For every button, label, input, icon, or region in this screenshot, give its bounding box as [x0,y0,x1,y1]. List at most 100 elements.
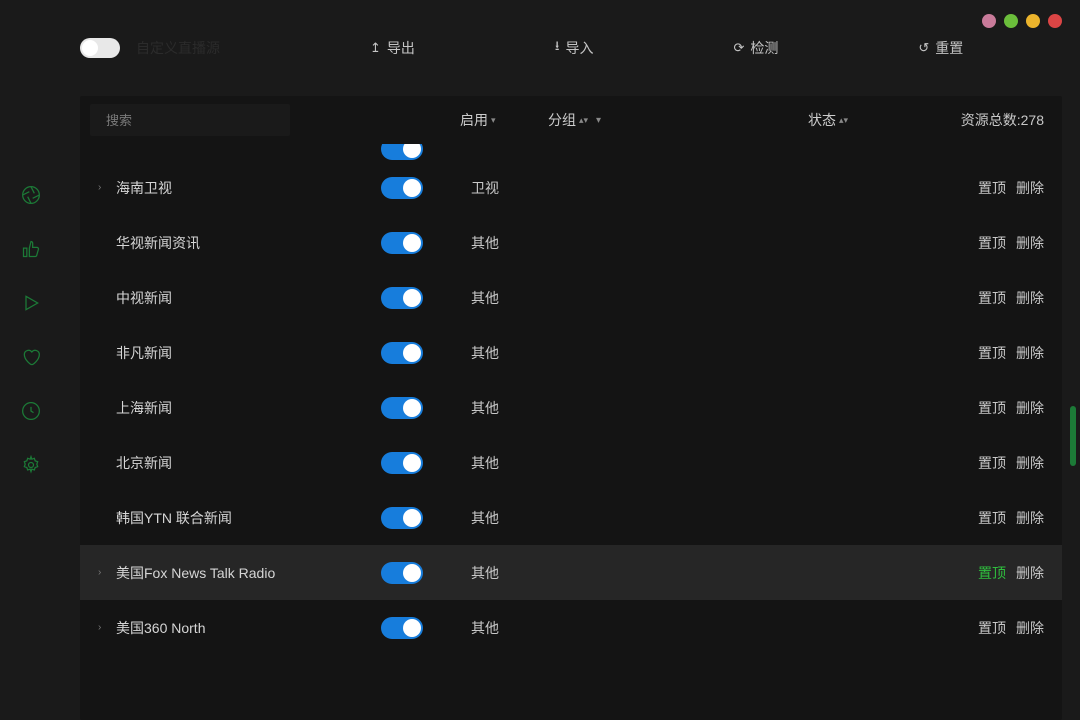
window-controls [982,14,1062,28]
channel-name: 上海新闻 [116,398,381,418]
reset-button[interactable]: ↺ 重置 [918,37,963,59]
export-label: 导出 [387,38,415,58]
enable-toggle[interactable] [381,287,423,309]
heart-icon[interactable] [21,347,41,367]
window-pin-button[interactable] [982,14,996,28]
play-icon[interactable] [21,293,41,313]
check-icon: ⟳ [733,40,744,56]
channel-group: 其他 [471,508,671,528]
channel-name: 中视新闻 [116,288,381,308]
row-actions: 置顶删除 [978,398,1044,418]
enable-toggle[interactable] [381,144,423,160]
expand-icon[interactable]: › [98,567,116,578]
pin-button[interactable]: 置顶 [978,288,1006,308]
sidebar [0,0,62,720]
pin-button[interactable]: 置顶 [978,508,1006,528]
enable-toggle[interactable] [381,507,423,529]
table-row[interactable]: ›美国Fox News Talk Radio其他置顶删除 [80,545,1062,600]
channel-group: 其他 [471,398,671,418]
pin-button[interactable]: 置顶 [978,178,1006,198]
table-row[interactable]: 华视新闻资讯其他置顶删除 [80,215,1062,270]
expand-icon[interactable]: › [98,182,116,193]
export-button[interactable]: ↥ 导出 [370,37,415,59]
enable-toggle[interactable] [381,617,423,639]
column-enable[interactable]: 启用 ▾ [460,110,496,130]
channel-group: 其他 [471,453,671,473]
table-row[interactable]: 韩国YTN 联合新闻 其他 置顶删除 [80,490,1062,545]
sort-icon: ▾ [491,116,496,125]
pin-button[interactable]: 置顶 [978,233,1006,253]
channel-group: 其他 [471,288,671,308]
gear-icon[interactable] [21,455,41,475]
table-row[interactable]: ›美国360 North 其他 置顶删除 [80,600,1062,655]
delete-button[interactable]: 删除 [1016,288,1044,308]
check-button[interactable]: ⟳ 检测 [733,37,778,59]
pin-button[interactable]: 置顶 [978,398,1006,418]
scrollbar-thumb[interactable] [1070,406,1076,466]
column-group[interactable]: 分组 ▴▾ ▾ [548,110,601,130]
table-row[interactable]: 北京新闻 其他 置顶删除 [80,435,1062,490]
delete-button[interactable]: 删除 [1016,233,1044,253]
delete-button[interactable]: 删除 [1016,508,1044,528]
delete-button[interactable]: 删除 [1016,398,1044,418]
import-button[interactable]: ⭳ 导入 [555,37,594,59]
aperture-icon[interactable] [21,185,41,205]
import-label: 导入 [565,38,593,58]
pin-button[interactable]: 置顶 [978,618,1006,638]
enable-toggle[interactable] [381,452,423,474]
row-actions: 置顶删除 [978,343,1044,363]
delete-button[interactable]: 删除 [1016,618,1044,638]
enable-toggle[interactable] [381,232,423,254]
row-actions: 置顶删除 [978,233,1044,253]
pin-button[interactable]: 置顶 [978,453,1006,473]
table-row[interactable]: 中视新闻 其他 置顶删除 [80,270,1062,325]
window-max-button[interactable] [1026,14,1040,28]
sort-icon: ▴▾ [839,116,848,125]
delete-button[interactable]: 删除 [1016,563,1044,583]
channel-panel: 启用 ▾ 分组 ▴▾ ▾ 状态 ▴▾ 资源总数:278 ›海南卫视卫视置顶删除华… [80,96,1062,720]
expand-icon[interactable]: › [98,622,116,633]
row-actions: 置顶删除 [978,178,1044,198]
enable-toggle[interactable] [381,177,423,199]
reset-icon: ↺ [918,40,929,56]
clock-icon[interactable] [21,401,41,421]
channel-name: 非凡新闻 [116,343,381,363]
enable-toggle[interactable] [381,562,423,584]
channel-rows: ›海南卫视卫视置顶删除华视新闻资讯其他置顶删除中视新闻其他置顶删除非凡新闻其他置… [80,144,1062,720]
channel-group: 其他 [471,618,671,638]
table-row[interactable] [80,144,1062,160]
pin-button[interactable]: 置顶 [978,563,1006,583]
sort-icon: ▴▾ [579,116,588,125]
thumbs-up-icon[interactable] [21,239,41,259]
delete-button[interactable]: 删除 [1016,453,1044,473]
row-actions: 置顶删除 [978,563,1044,583]
window-min-button[interactable] [1004,14,1018,28]
custom-source-label: 自定义直播源 [136,38,220,58]
custom-source-toggle[interactable] [80,38,120,58]
export-icon: ↥ [370,40,381,56]
row-actions: 置顶删除 [978,288,1044,308]
channel-group: 其他 [471,343,671,363]
window-close-button[interactable] [1048,14,1062,28]
channel-name: 北京新闻 [116,453,381,473]
channel-name: 海南卫视 [116,178,381,198]
channel-name: 韩国YTN 联合新闻 [116,508,381,528]
row-actions: 置顶删除 [978,618,1044,638]
enable-toggle[interactable] [381,342,423,364]
channel-group: 卫视 [471,178,671,198]
channel-group: 其他 [471,563,671,583]
search-input[interactable] [106,113,282,128]
enable-toggle[interactable] [381,397,423,419]
chevron-down-icon: ▾ [596,115,601,126]
search-box[interactable] [90,104,290,136]
table-row[interactable]: 非凡新闻 其他 置顶删除 [80,325,1062,380]
pin-button[interactable]: 置顶 [978,343,1006,363]
table-row[interactable]: ›海南卫视 卫视 置顶删除 [80,160,1062,215]
channel-name: 美国360 North [116,618,381,638]
row-actions: 置顶删除 [978,508,1044,528]
delete-button[interactable]: 删除 [1016,178,1044,198]
column-status[interactable]: 状态 ▴▾ [808,110,848,130]
delete-button[interactable]: 删除 [1016,343,1044,363]
channel-name: 华视新闻资讯 [116,233,381,253]
table-row[interactable]: 上海新闻 其他 置顶删除 [80,380,1062,435]
